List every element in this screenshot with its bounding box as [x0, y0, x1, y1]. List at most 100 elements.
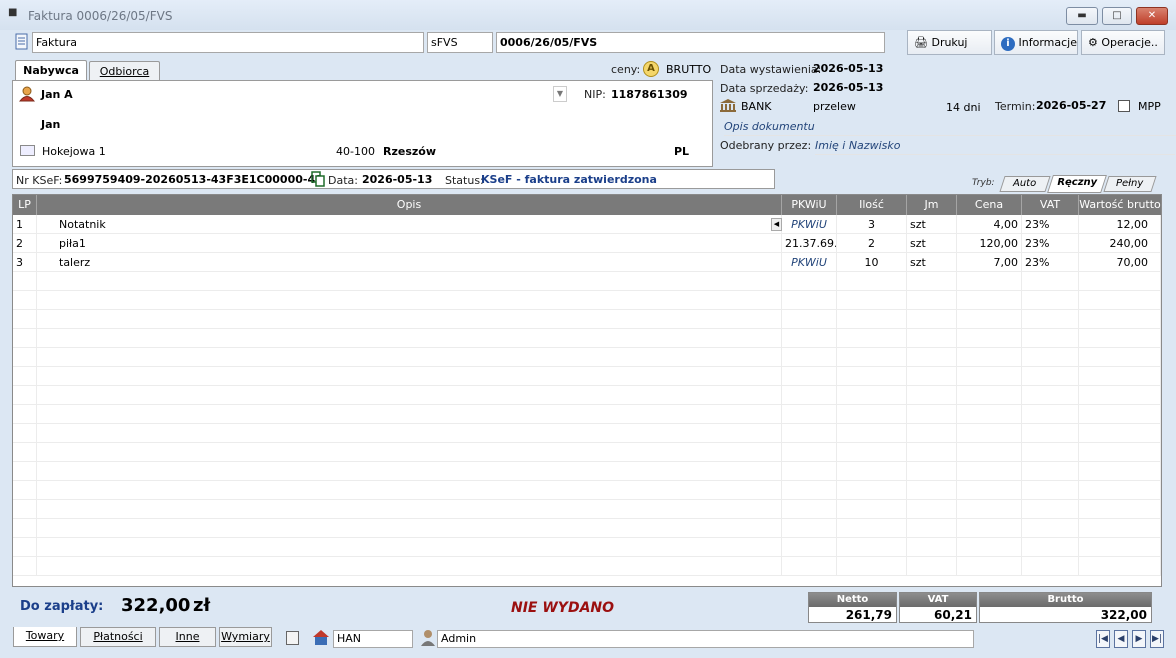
cell-vat[interactable]	[1022, 424, 1079, 443]
cell-unit[interactable]	[907, 367, 957, 386]
cell-unit[interactable]	[907, 310, 957, 329]
previous-record-button[interactable]: ◀	[1114, 630, 1128, 648]
cell-pkwiu[interactable]	[782, 481, 837, 500]
col-unit[interactable]: Jm	[907, 195, 957, 215]
cell-pkwiu[interactable]	[782, 348, 837, 367]
cell-name[interactable]	[37, 348, 782, 367]
cell-qty[interactable]	[837, 348, 907, 367]
cell-pkwiu[interactable]	[782, 291, 837, 310]
cell-pkwiu[interactable]	[782, 538, 837, 557]
cell-value[interactable]	[1079, 310, 1161, 329]
cell-name[interactable]	[37, 462, 782, 481]
cell-value[interactable]: 12,00	[1079, 215, 1161, 234]
cell-lp[interactable]	[13, 367, 37, 386]
minimize-button[interactable]: ▬	[1066, 7, 1098, 25]
document-number-field[interactable]: 0006/26/05/FVS	[496, 32, 885, 53]
cell-name[interactable]	[37, 291, 782, 310]
col-pkwiu[interactable]: PKWiU	[782, 195, 837, 215]
cell-name[interactable]	[37, 386, 782, 405]
table-row[interactable]	[13, 272, 1161, 291]
col-price[interactable]: Cena brutto	[957, 195, 1022, 231]
cell-name[interactable]: piła1	[37, 234, 782, 253]
operations-button[interactable]: ⚙ Operacje..	[1081, 30, 1165, 55]
tab-mode-auto[interactable]: Auto	[999, 176, 1051, 192]
cell-qty[interactable]	[837, 500, 907, 519]
col-qty[interactable]: Ilość	[837, 195, 907, 215]
table-row[interactable]	[13, 348, 1161, 367]
document-description-field[interactable]: Opis dokumentu	[724, 120, 1176, 136]
cell-unit[interactable]	[907, 272, 957, 291]
cell-pkwiu[interactable]	[782, 519, 837, 538]
cell-vat[interactable]	[1022, 272, 1079, 291]
bank-label[interactable]: BANK	[741, 100, 772, 113]
cell-unit[interactable]	[907, 500, 957, 519]
last-record-button[interactable]: ▶|	[1150, 630, 1164, 648]
cell-vat[interactable]	[1022, 500, 1079, 519]
cell-unit[interactable]	[907, 462, 957, 481]
cell-price[interactable]	[957, 405, 1022, 424]
cell-unit[interactable]	[907, 519, 957, 538]
cell-lp[interactable]	[13, 310, 37, 329]
copy-icon[interactable]	[311, 171, 325, 187]
cell-price[interactable]: 4,00	[957, 215, 1022, 234]
table-row[interactable]	[13, 329, 1161, 348]
cell-pkwiu[interactable]: PKWiU	[782, 253, 837, 272]
cell-vat[interactable]	[1022, 367, 1079, 386]
cell-unit[interactable]	[907, 329, 957, 348]
cell-pkwiu[interactable]: PKWiU	[782, 215, 837, 234]
term-value[interactable]: 2026-05-27	[1036, 99, 1106, 112]
cell-name[interactable]	[37, 424, 782, 443]
tab-goods[interactable]: Towary	[13, 627, 77, 647]
window-menu-icon[interactable]: ■	[8, 7, 17, 18]
cell-value[interactable]	[1079, 348, 1161, 367]
cell-unit[interactable]	[907, 443, 957, 462]
cell-pkwiu[interactable]: 21.37.69...	[782, 234, 837, 253]
cell-lp[interactable]	[13, 443, 37, 462]
cell-qty[interactable]: 10	[837, 253, 907, 272]
cell-name[interactable]	[37, 557, 782, 576]
cell-lp[interactable]	[13, 557, 37, 576]
cell-lp[interactable]: 1	[13, 215, 37, 234]
cell-unit[interactable]: szt	[907, 215, 957, 234]
table-row[interactable]	[13, 538, 1161, 557]
warehouse-field[interactable]: HAN	[333, 630, 413, 648]
cell-value[interactable]	[1079, 462, 1161, 481]
cell-value[interactable]	[1079, 519, 1161, 538]
table-row[interactable]	[13, 405, 1161, 424]
document-type-field[interactable]: Faktura	[32, 32, 424, 53]
cell-lp[interactable]	[13, 272, 37, 291]
received-by-field[interactable]: Imię i Nazwisko	[815, 139, 1175, 155]
cell-vat[interactable]	[1022, 386, 1079, 405]
cell-pkwiu[interactable]	[782, 329, 837, 348]
cell-value[interactable]: 240,00	[1079, 234, 1161, 253]
table-row[interactable]: 3 talerz PKWiU 10 szt 7,00 23% 70,00	[13, 253, 1161, 272]
col-value[interactable]: Wartość brutto	[1079, 195, 1161, 215]
cell-qty[interactable]	[837, 557, 907, 576]
items-grid[interactable]: LP Opis PKWiU Ilość Jm Cena brutto VAT W…	[12, 194, 1162, 587]
cell-pkwiu[interactable]	[782, 443, 837, 462]
table-row[interactable]: 2piła121.37.69...2szt120,0023%240,00	[13, 234, 1161, 253]
info-button[interactable]: i Informacje	[994, 30, 1078, 55]
table-row[interactable]	[13, 557, 1161, 576]
cell-unit[interactable]	[907, 348, 957, 367]
print-button[interactable]: 🖨 Drukuj	[907, 30, 992, 55]
cell-vat[interactable]	[1022, 462, 1079, 481]
cell-qty[interactable]	[837, 272, 907, 291]
cell-qty[interactable]: 3	[837, 215, 907, 234]
cell-vat[interactable]	[1022, 443, 1079, 462]
cell-lp[interactable]	[13, 481, 37, 500]
cell-vat[interactable]	[1022, 329, 1079, 348]
first-record-button[interactable]: |◀	[1096, 630, 1110, 648]
cell-unit[interactable]	[907, 405, 957, 424]
cell-name[interactable]	[37, 481, 782, 500]
cell-value[interactable]: 70,00	[1079, 253, 1161, 272]
cell-vat[interactable]	[1022, 538, 1079, 557]
cell-price[interactable]	[957, 443, 1022, 462]
cell-unit[interactable]	[907, 424, 957, 443]
cell-unit[interactable]: szt	[907, 234, 957, 253]
maximize-button[interactable]: □	[1102, 7, 1132, 25]
cell-name[interactable]	[37, 310, 782, 329]
price-mode-badge[interactable]: A	[643, 61, 659, 77]
cell-lp[interactable]	[13, 500, 37, 519]
cell-pkwiu[interactable]	[782, 557, 837, 576]
